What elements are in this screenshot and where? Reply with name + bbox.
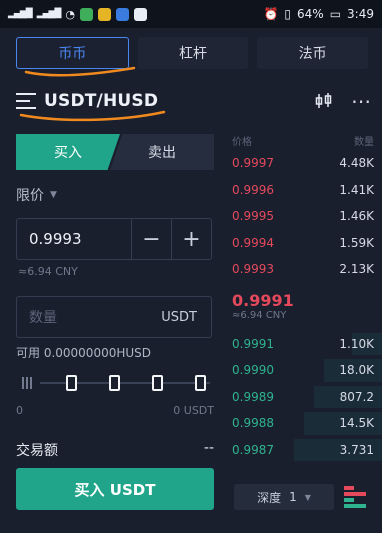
vibrate-icon: ▯ bbox=[284, 7, 292, 21]
slider-max-label: 0 USDT bbox=[173, 404, 214, 417]
tab-spot[interactable]: 币币 bbox=[16, 37, 129, 69]
buy-tab[interactable]: 买入 bbox=[16, 134, 120, 170]
sell-tab[interactable]: 卖出 bbox=[110, 134, 214, 170]
slider-node-100[interactable] bbox=[195, 375, 206, 391]
slider-node-75[interactable] bbox=[152, 375, 163, 391]
bid-row[interactable]: 0.9990 18.0K bbox=[232, 357, 382, 384]
wifi-icon: ◔ bbox=[65, 7, 75, 21]
price-input[interactable]: 0.9993 bbox=[17, 230, 131, 248]
caret-down-icon: ▼ bbox=[50, 190, 57, 200]
buy-sell-toggle: 买入 卖出 bbox=[16, 134, 214, 170]
ask-price: 0.9993 bbox=[232, 262, 274, 277]
caret-down-icon: ▼ bbox=[304, 492, 311, 502]
pair-actions: ⋯ bbox=[315, 91, 372, 111]
quantity-column-header: 数量 bbox=[354, 136, 374, 148]
signal-icon-2: ▂▄▆█ bbox=[36, 9, 62, 19]
ask-quantity: 1.59K bbox=[339, 235, 374, 250]
bid-row[interactable]: 0.9988 14.5K bbox=[232, 410, 382, 437]
order-type-label: 限价 bbox=[16, 188, 44, 204]
status-bar: ▂▄▆█ ▂▄▆█ ◔ ⏰ ▯ 64% ▭ 3:49 bbox=[0, 0, 382, 28]
orderbook-layout-icon[interactable] bbox=[344, 486, 366, 508]
pair-header: USDT/HUSD ⋯ bbox=[16, 86, 372, 116]
ask-list: 0.9997 4.48K 0.9996 1.41K 0.9995 1.46K 0.9994 1… bbox=[232, 150, 374, 283]
alarm-icon: ⏰ bbox=[263, 7, 279, 21]
ask-row[interactable]: 0.9997 4.48K bbox=[232, 150, 374, 177]
quantity-placeholder: 数量 bbox=[29, 310, 57, 326]
pair-name[interactable]: USDT/HUSD bbox=[44, 91, 158, 111]
last-price-cny: ≈6.94 CNY bbox=[232, 309, 287, 321]
bid-price: 0.9990 bbox=[232, 363, 274, 378]
trade-amount-row: 交易额 -- bbox=[16, 440, 214, 460]
slider-node-25[interactable] bbox=[66, 375, 77, 391]
slider-node-50[interactable] bbox=[109, 375, 120, 391]
bid-quantity: 807.2 bbox=[339, 389, 374, 404]
battery-level: 64% bbox=[297, 7, 324, 21]
bid-price: 0.9989 bbox=[232, 389, 274, 404]
ask-row[interactable]: 0.9994 1.59K bbox=[232, 230, 374, 257]
bid-quantity: 14.5K bbox=[339, 416, 374, 431]
price-column-header: 价格 bbox=[232, 136, 252, 148]
buy-usdt-button[interactable]: 买入 USDT bbox=[16, 468, 214, 510]
ask-quantity: 4.48K bbox=[339, 156, 374, 171]
ask-price: 0.9995 bbox=[232, 209, 274, 224]
trade-amount-value: -- bbox=[203, 440, 214, 456]
tab-fiat[interactable]: 法币 bbox=[257, 37, 369, 69]
market-type-tabs: 币币 杠杆 法币 bbox=[16, 37, 369, 69]
bid-list: 0.9991 1.10K 0.9990 18.0K 0.9989 807.2 0.9988 1… bbox=[232, 331, 382, 464]
bid-row[interactable]: 0.9991 1.10K bbox=[232, 331, 382, 358]
bid-quantity: 3.731 bbox=[339, 442, 374, 457]
trade-amount-label: 交易额 bbox=[16, 443, 58, 459]
depth-selector[interactable]: 深度 1 ▼ bbox=[234, 484, 334, 510]
bid-price: 0.9991 bbox=[232, 336, 274, 351]
ask-price: 0.9994 bbox=[232, 235, 274, 250]
ask-row[interactable]: 0.9996 1.41K bbox=[232, 177, 374, 204]
candlestick-chart-icon[interactable] bbox=[315, 92, 333, 110]
ask-quantity: 1.46K bbox=[339, 209, 374, 224]
app-notification-icon bbox=[79, 7, 93, 21]
pair-list-menu-icon[interactable] bbox=[16, 93, 36, 109]
quantity-unit: USDT bbox=[161, 309, 197, 325]
ask-quantity: 2.13K bbox=[339, 262, 374, 277]
bid-price: 0.9987 bbox=[232, 442, 274, 457]
order-book-header: 价格 数量 bbox=[232, 130, 374, 150]
ask-row[interactable]: 0.9993 2.13K bbox=[232, 256, 374, 283]
app-notification-icon bbox=[133, 7, 147, 21]
price-cny-equivalent: ≈6.94 CNY bbox=[18, 265, 78, 278]
ask-row[interactable]: 0.9995 1.46K bbox=[232, 203, 374, 230]
last-price: 0.9991 bbox=[232, 290, 294, 310]
slider-min-label: 0 bbox=[16, 404, 23, 417]
ask-price: 0.9997 bbox=[232, 156, 274, 171]
order-type-selector[interactable]: 限价 ▼ bbox=[16, 185, 57, 205]
percentage-slider[interactable] bbox=[16, 370, 214, 396]
available-balance: 可用 0.00000000HUSD bbox=[16, 346, 152, 360]
depth-value: 1 bbox=[289, 490, 297, 504]
order-book: 价格 数量 0.9997 4.48K 0.9996 1.41K 0.9995 1.46K 0… bbox=[232, 130, 382, 464]
quantity-input[interactable]: 数量 USDT bbox=[16, 296, 212, 338]
ask-price: 0.9996 bbox=[232, 182, 274, 197]
more-options-icon[interactable]: ⋯ bbox=[351, 91, 372, 111]
tab-margin[interactable]: 杠杆 bbox=[137, 37, 249, 69]
slider-drag-handle[interactable] bbox=[18, 375, 36, 391]
bid-quantity: 18.0K bbox=[339, 363, 374, 378]
depth-label: 深度 bbox=[257, 490, 282, 505]
ask-quantity: 1.41K bbox=[339, 182, 374, 197]
bid-row[interactable]: 0.9989 807.2 bbox=[232, 384, 382, 411]
price-input-group: 0.9993 − + bbox=[16, 218, 212, 260]
bid-row[interactable]: 0.9987 3.731 bbox=[232, 437, 382, 464]
app-notification-icon bbox=[97, 7, 111, 21]
status-left: ▂▄▆█ ▂▄▆█ ◔ bbox=[8, 7, 147, 21]
app-notification-icon bbox=[115, 7, 129, 21]
price-increase-button[interactable]: + bbox=[171, 219, 211, 259]
clock: 3:49 bbox=[347, 7, 374, 21]
signal-icon: ▂▄▆█ bbox=[8, 9, 33, 19]
status-right: ⏰ ▯ 64% ▭ 3:49 bbox=[263, 7, 374, 21]
price-decrease-button[interactable]: − bbox=[131, 219, 171, 259]
battery-icon: ▭ bbox=[329, 7, 342, 21]
bid-price: 0.9988 bbox=[232, 416, 274, 431]
bid-quantity: 1.10K bbox=[339, 336, 374, 351]
